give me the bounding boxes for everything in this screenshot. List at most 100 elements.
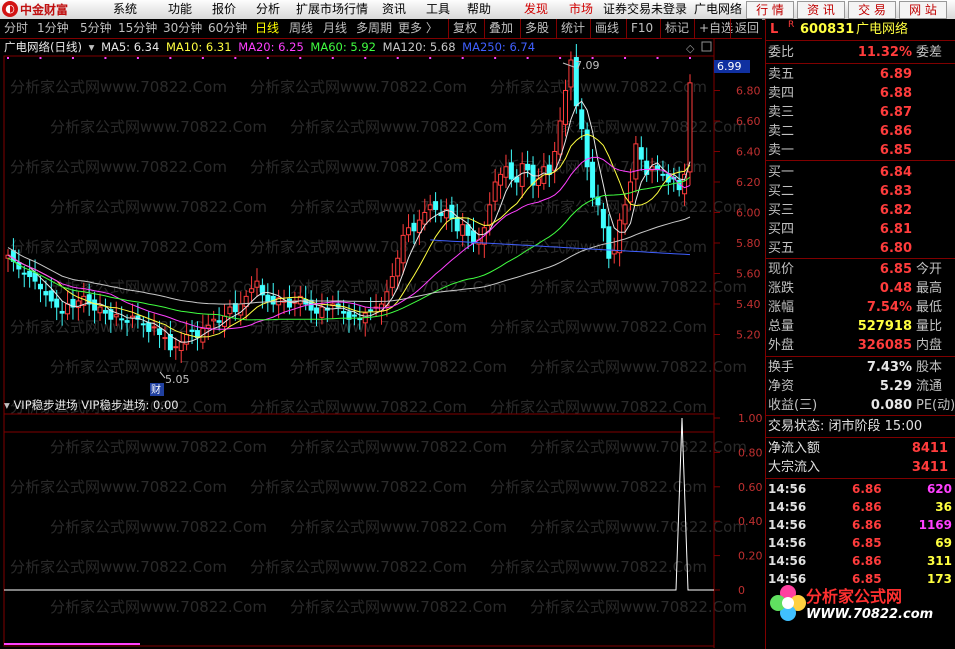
action-mark[interactable]: 标记	[660, 19, 689, 38]
stat-row[interactable]: 现价 6.85 今开	[766, 260, 952, 279]
watermark-text: 分析家公式网www.70822.Com	[490, 478, 707, 496]
tab-trade[interactable]: 交 易	[848, 1, 896, 19]
sub-chart-header: ▾ VIP稳步进场 VIP稳步进场: 0.00	[4, 398, 179, 413]
signal-marker	[559, 57, 562, 59]
tick-row: 14:56 6.86 1169	[766, 516, 954, 534]
buy-level-label: 买二	[768, 184, 795, 199]
action-draw-line[interactable]: 画线	[590, 19, 619, 38]
candle-body	[146, 322, 152, 332]
menu-tools[interactable]: 工具	[426, 0, 450, 19]
action-back[interactable]: 返回	[730, 19, 759, 38]
period-60min[interactable]: 60分钟	[208, 19, 247, 38]
stat2-row[interactable]: 净资 5.29 流通	[766, 377, 952, 396]
candle-body	[519, 163, 525, 187]
sell-level-row[interactable]: 卖三 6.87	[766, 103, 952, 122]
action-statistics[interactable]: 统计	[556, 19, 585, 38]
period-more[interactable]: 更多 〉	[398, 19, 438, 38]
candle-body	[563, 90, 569, 125]
sell-level-row[interactable]: 卖二 6.86	[766, 122, 952, 141]
stat-right-label: 最低	[916, 300, 943, 315]
candle-body	[525, 163, 531, 171]
stat2-row[interactable]: 换手 7.43% 股本	[766, 358, 952, 377]
action-add-watchlist[interactable]: +自选	[694, 19, 733, 38]
sub-y-tick-label: 0.60	[738, 481, 763, 494]
period-monthly[interactable]: 月线	[323, 19, 347, 38]
period-5min[interactable]: 5分钟	[80, 19, 112, 38]
candle-body	[92, 299, 98, 311]
signal-marker	[39, 57, 42, 59]
sell-level-label: 卖三	[768, 105, 795, 120]
action-multi-stock[interactable]: 多股	[520, 19, 549, 38]
candle-body	[682, 173, 688, 195]
maximize-icon[interactable]	[701, 41, 712, 52]
tick-time: 14:56	[768, 554, 807, 568]
buy-level-row[interactable]: 买四 6.81	[766, 220, 952, 239]
menu-news[interactable]: 资讯	[382, 0, 406, 19]
menu-system[interactable]: 系统	[113, 0, 137, 19]
buy-level-label: 买一	[768, 165, 795, 180]
stat2-row[interactable]: 收益(三) 0.080 PE(动)	[766, 396, 955, 415]
candle-body	[617, 219, 623, 254]
ma5-label: MA5: 6.34	[101, 40, 160, 54]
price-tag: 6.99	[717, 60, 742, 73]
stat-row[interactable]: 总量 527918 量比	[766, 317, 952, 336]
candle-body	[687, 82, 693, 173]
menu-function[interactable]: 功能	[168, 0, 192, 19]
sub-options-icon[interactable]: ▾	[4, 398, 10, 412]
signal-marker	[234, 57, 237, 59]
candle-body	[286, 298, 292, 308]
buy-level-row[interactable]: 买五 6.80	[766, 239, 952, 258]
stat-right-label: 最高	[916, 281, 943, 296]
period-timeshare[interactable]: 分时	[4, 19, 28, 38]
candle-body	[368, 309, 374, 312]
buy-level-label: 买五	[768, 241, 795, 256]
stat2-right-label: PE(动)	[916, 398, 955, 413]
signal-marker	[364, 57, 367, 59]
buy-level-row[interactable]: 买三 6.82	[766, 201, 952, 220]
stat-row[interactable]: 外盘 326085 内盘	[766, 336, 952, 355]
candle-body	[211, 318, 217, 322]
buy-level-row[interactable]: 买一 6.84	[766, 163, 952, 182]
stat-row[interactable]: 涨幅 7.54% 最低	[766, 298, 952, 317]
flow-label: 净流入额	[768, 441, 821, 456]
kline-chart[interactable]: 分析家公式网www.70822.Com 分析家公式网www.70822.Com 分析…	[0, 38, 765, 649]
tab-website[interactable]: 网 站	[899, 1, 947, 19]
flow-row: 净流入额 8411	[766, 439, 952, 458]
y-tick-label: 6.00	[736, 207, 761, 220]
period-multi[interactable]: 多周期	[356, 19, 392, 38]
stat-value: 326085	[857, 338, 912, 353]
menu-quote[interactable]: 报价	[212, 0, 236, 19]
menu-market[interactable]: 市场	[569, 0, 593, 19]
candle-body	[59, 310, 65, 314]
menu-help[interactable]: 帮助	[467, 0, 491, 19]
menu-analysis[interactable]: 分析	[256, 0, 280, 19]
sell-level-row[interactable]: 卖一 6.85	[766, 141, 952, 160]
action-overlay[interactable]: 叠加	[484, 19, 513, 38]
period-1min[interactable]: 1分钟	[37, 19, 69, 38]
tick-qty: 36	[935, 500, 952, 514]
watermark-text: 分析家公式网www.70822.Com	[50, 438, 267, 456]
candle-body	[389, 276, 395, 288]
tab-quotes[interactable]: 行 情	[746, 1, 794, 19]
period-30min[interactable]: 30分钟	[163, 19, 202, 38]
candle-body	[189, 329, 195, 332]
period-weekly[interactable]: 周线	[289, 19, 313, 38]
buy-level-value: 6.83	[879, 184, 912, 199]
menu-extended-market[interactable]: 扩展市场行情	[296, 0, 368, 19]
sell-level-row[interactable]: 卖四 6.88	[766, 84, 952, 103]
action-f10[interactable]: F10	[626, 19, 653, 38]
trade-login-status[interactable]: 证券交易未登录	[603, 0, 687, 19]
candle-body	[265, 294, 271, 302]
period-15min[interactable]: 15分钟	[118, 19, 157, 38]
action-adjust[interactable]: 复权	[448, 19, 477, 38]
sell-level-row[interactable]: 卖五 6.89	[766, 65, 952, 84]
stat-row[interactable]: 涨跌 0.48 最高	[766, 279, 952, 298]
diamond-icon[interactable]: ◇	[686, 42, 695, 55]
watermark-text: 分析家公式网www.70822.Com	[10, 318, 227, 336]
chart-options-icon[interactable]: ▾	[89, 40, 95, 54]
period-daily[interactable]: 日线	[255, 19, 279, 38]
buy-level-row[interactable]: 买二 6.83	[766, 182, 952, 201]
period-toolbar: 分时 1分钟 5分钟 15分钟 30分钟 60分钟 日线 周线 月线 多周期 更…	[0, 19, 762, 39]
menu-discover[interactable]: 发现	[524, 0, 548, 19]
tab-news[interactable]: 资 讯	[797, 1, 845, 19]
